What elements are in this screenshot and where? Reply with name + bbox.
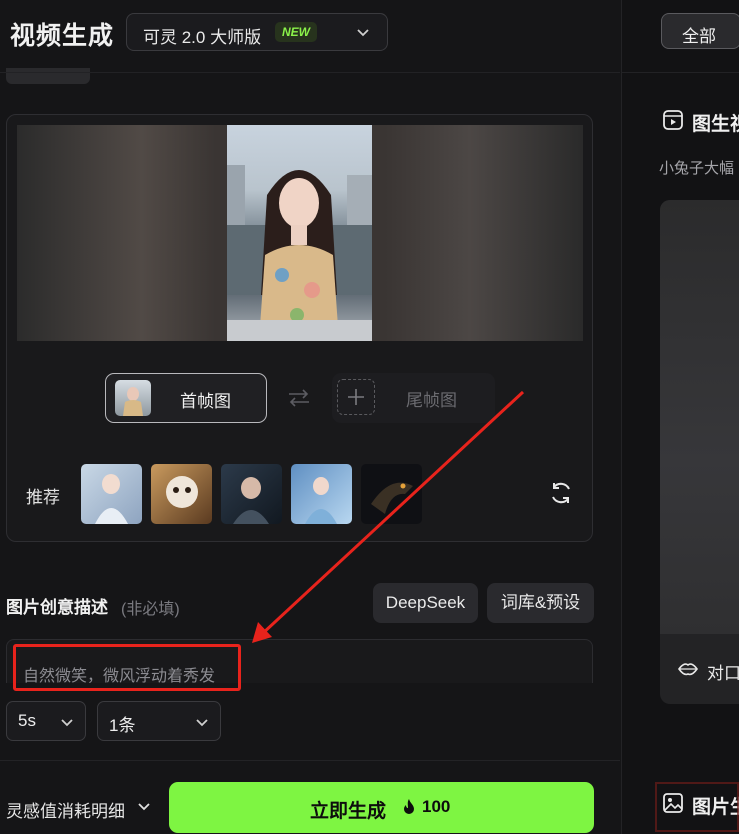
divider	[622, 72, 739, 73]
left-panel: 视频生成 可灵 2.0 大师版 NEW 首帧图 尾帧图 推荐 图片创意描述 (非…	[0, 0, 620, 834]
collapsed-tab[interactable]	[6, 68, 90, 84]
chevron-down-icon	[357, 29, 369, 37]
generate-label: 立即生成	[310, 801, 387, 822]
chevron-down-icon[interactable]	[136, 798, 152, 814]
recommend-thumb-1[interactable]	[81, 464, 142, 524]
generate-cost: 100	[422, 797, 451, 816]
new-badge: NEW	[275, 22, 317, 42]
count-value: 1条	[109, 716, 136, 735]
duration-select[interactable]: 5s	[6, 701, 86, 741]
first-frame-label: 首帧图	[180, 392, 231, 411]
divider	[0, 760, 620, 761]
chevron-down-icon	[61, 719, 73, 727]
last-frame-label: 尾帧图	[406, 391, 457, 410]
tab-all-label: 全部	[682, 27, 716, 46]
cost-detail-link[interactable]: 灵感值消耗明细	[6, 797, 125, 822]
recommend-thumb-3[interactable]	[221, 464, 282, 524]
description-title: 图片创意描述	[6, 598, 108, 617]
library-preset-button[interactable]: 词库&预设	[487, 583, 594, 623]
result-card[interactable]	[660, 200, 739, 704]
video-icon	[663, 110, 683, 130]
add-last-frame-button[interactable]	[337, 379, 375, 415]
first-frame-thumbnail	[115, 380, 151, 416]
tab-all[interactable]: 全部	[661, 13, 739, 49]
recommend-label: 推荐	[26, 488, 60, 507]
flame-icon	[404, 799, 414, 814]
first-frame-tab[interactable]: 首帧图	[105, 373, 267, 423]
result-preview[interactable]	[660, 200, 739, 634]
right-panel: 全部 图生视 小兔子大幅 对口 图片生	[621, 0, 739, 834]
last-frame-tab[interactable]: 尾帧图	[332, 373, 495, 423]
deepseek-button[interactable]: DeepSeek	[373, 583, 478, 623]
model-label: 可灵 2.0 大师版	[143, 28, 262, 47]
generate-button[interactable]: 立即生成 100	[169, 782, 594, 833]
section-heading-image-to-video: 图生视	[692, 114, 739, 135]
lip-sync-label[interactable]: 对口	[707, 659, 739, 684]
recommend-thumb-5[interactable]	[361, 464, 422, 524]
preview-image[interactable]	[227, 125, 372, 341]
annotation-highlight-box	[13, 644, 241, 691]
divider	[0, 72, 620, 73]
duration-value: 5s	[18, 711, 36, 730]
watermark-stamp	[655, 782, 739, 832]
plus-icon	[348, 389, 364, 405]
refresh-icon[interactable]	[548, 480, 574, 506]
model-select[interactable]: 可灵 2.0 大师版 NEW	[126, 13, 388, 51]
count-select[interactable]: 1条	[97, 701, 221, 741]
swap-icon[interactable]	[286, 386, 312, 410]
section-subtitle: 小兔子大幅	[659, 160, 735, 177]
chevron-down-icon	[196, 719, 208, 727]
lips-icon	[678, 663, 698, 676]
recommend-thumb-2[interactable]	[151, 464, 212, 524]
recommend-thumb-4[interactable]	[291, 464, 352, 524]
portrait-illustration	[227, 165, 372, 341]
page-title: 视频生成	[10, 22, 115, 50]
optional-hint: (非必填)	[121, 601, 180, 618]
